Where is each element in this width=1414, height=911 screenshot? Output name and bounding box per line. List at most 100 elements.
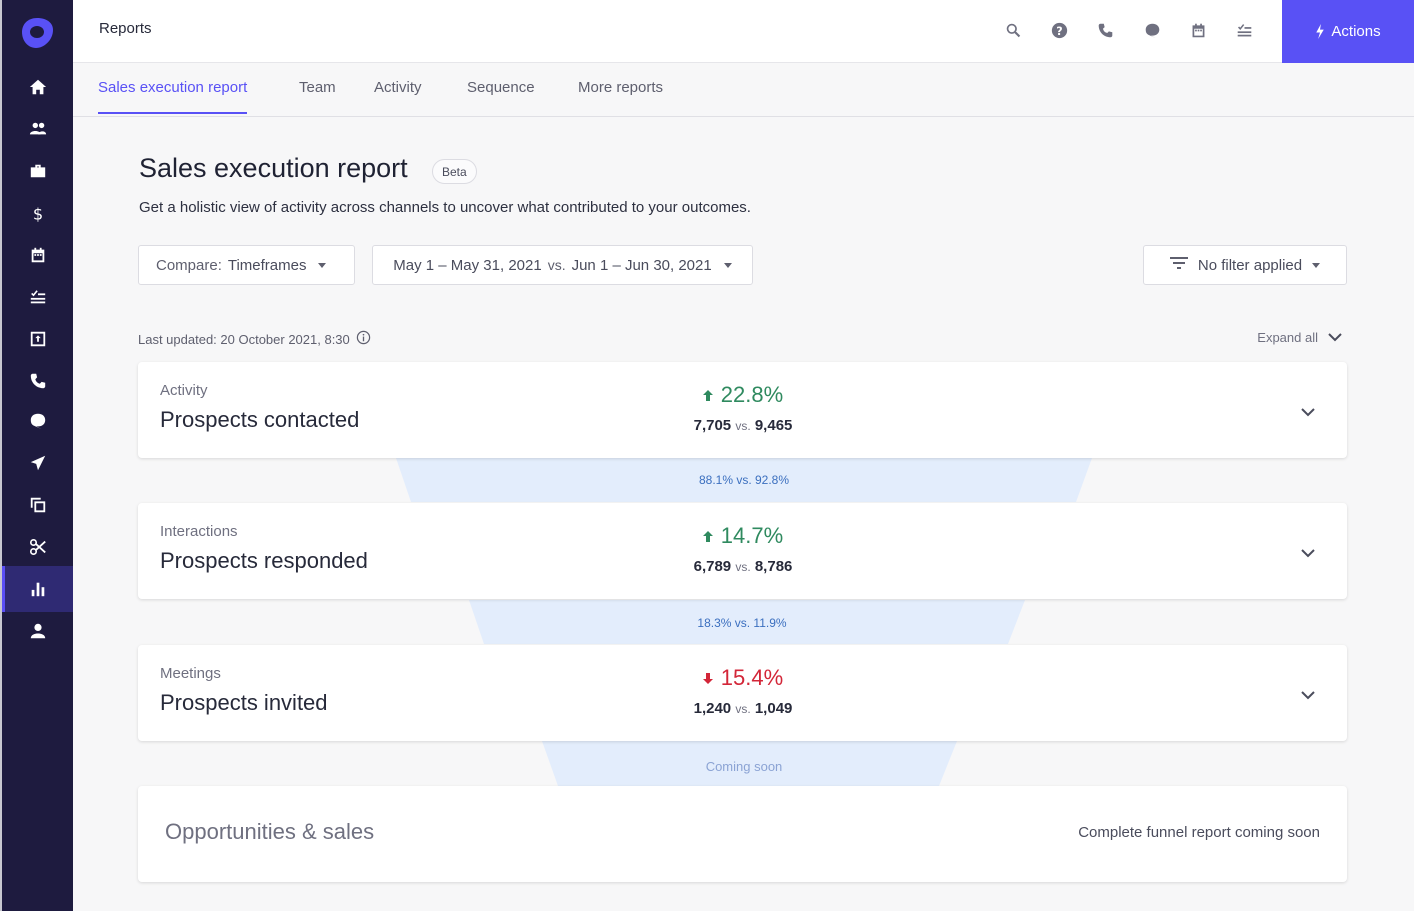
date-range-dropdown[interactable]: May 1 – May 31, 2021 vs. Jun 1 – Jun 30,…	[372, 245, 753, 285]
svg-text:?: ?	[1056, 24, 1062, 37]
stage-name: Prospects responded	[160, 548, 368, 573]
last-updated-text: Last updated: 20 October 2021, 8:30	[138, 331, 350, 347]
expand-stage-button[interactable]	[1301, 687, 1315, 705]
compare-value: Timeframes	[227, 256, 307, 274]
vs-label: vs.	[735, 702, 751, 716]
tab-sales-execution-report[interactable]: Sales execution report	[98, 79, 248, 114]
vs-label: vs.	[735, 419, 751, 433]
funnel-stage-card[interactable]: Activity Prospects contacted 22.8% 7,705…	[138, 362, 1347, 458]
lightning-icon	[1316, 24, 1325, 39]
expand-all-label: Expand all	[1257, 330, 1318, 345]
actions-button[interactable]: Actions	[1282, 0, 1414, 63]
phone-button[interactable]	[1095, 20, 1115, 40]
value-a: 6,789	[693, 558, 732, 575]
chat-icon	[30, 413, 45, 430]
stage-compare: 1,240 vs. 1,049	[638, 700, 848, 717]
sidebar-item-accounts[interactable]	[2, 150, 73, 192]
stage-name: Prospects contacted	[160, 407, 360, 432]
briefcase-icon	[30, 164, 45, 178]
stage-change: 15.4%	[638, 665, 848, 691]
sidebar-item-messages[interactable]	[2, 400, 73, 442]
opportunities-card: Opportunities & sales Complete funnel re…	[138, 786, 1347, 882]
sidebar-item-tasks[interactable]	[2, 276, 73, 318]
value-a: 1,240	[693, 700, 732, 717]
chat-button[interactable]	[1142, 20, 1162, 40]
help-button[interactable]: ?	[1049, 20, 1069, 40]
filter-dropdown[interactable]: No filter applied	[1143, 245, 1347, 285]
expand-all-button[interactable]: Expand all	[1257, 330, 1342, 345]
compare-dropdown[interactable]: Compare: Timeframes	[138, 245, 355, 285]
compare-prefix: Compare:	[156, 256, 222, 274]
app-section-title: Reports	[99, 20, 152, 37]
beta-badge: Beta	[432, 159, 477, 184]
actions-label: Actions	[1331, 23, 1381, 40]
expand-stage-button[interactable]	[1301, 404, 1315, 422]
change-value: 14.7%	[720, 523, 784, 548]
filter-label: No filter applied	[1197, 256, 1303, 274]
stage-category: Meetings	[160, 665, 221, 682]
tab-activity[interactable]: Activity	[374, 79, 422, 112]
sidebar-item-inbox[interactable]	[2, 318, 73, 360]
chevron-down-icon	[1301, 408, 1315, 417]
stage-name: Prospects invited	[160, 690, 328, 715]
report-tabs: Sales execution report Team Activity Seq…	[73, 63, 1414, 117]
sidebar-item-prospects[interactable]	[2, 108, 73, 150]
stage-category: Interactions	[160, 523, 238, 540]
funnel-stage-card[interactable]: Meetings Prospects invited 15.4% 1,240 v…	[138, 645, 1347, 741]
tasks-button[interactable]	[1234, 20, 1254, 40]
value-b: 8,786	[754, 558, 793, 575]
value-b: 1,049	[754, 700, 793, 717]
change-value: 22.8%	[720, 382, 784, 407]
tab-sequence[interactable]: Sequence	[467, 79, 535, 112]
arrow-up-icon	[702, 530, 713, 542]
opportunities-title: Opportunities & sales	[165, 819, 375, 844]
search-button[interactable]	[1003, 20, 1023, 40]
sidebar: $	[0, 0, 73, 911]
last-updated: Last updated: 20 October 2021, 8:30	[138, 330, 371, 348]
value-b: 9,465	[754, 417, 793, 434]
outreach-logo-icon[interactable]	[20, 16, 54, 50]
sidebar-item-reports[interactable]	[2, 566, 73, 612]
filter-icon	[1169, 256, 1188, 274]
sidebar-item-templates[interactable]	[2, 484, 73, 526]
info-icon[interactable]	[356, 330, 371, 348]
sidebar-item-calls[interactable]	[2, 360, 73, 402]
sidebar-item-home[interactable]	[2, 66, 73, 108]
caret-down-icon	[318, 262, 327, 268]
top-bar: Reports ? Actions	[73, 0, 1414, 63]
sidebar-item-profile[interactable]	[2, 610, 73, 652]
tab-more-reports[interactable]: More reports	[578, 79, 663, 112]
people-icon	[29, 122, 46, 135]
page-title: Sales execution report	[139, 153, 408, 183]
help-icon: ?	[1051, 22, 1067, 38]
funnel-stage-card[interactable]: Interactions Prospects responded 14.7% 6…	[138, 503, 1347, 599]
sidebar-item-snippets[interactable]	[2, 526, 73, 568]
stage-change: 22.8%	[638, 382, 848, 408]
tasks-icon	[30, 290, 45, 304]
stage-category: Activity	[160, 382, 208, 399]
inbox-icon	[30, 331, 45, 347]
coming-soon-note: Complete funnel report coming soon	[1078, 824, 1320, 841]
sidebar-item-opportunities[interactable]: $	[2, 192, 73, 234]
date-range-vs: vs.	[547, 257, 566, 273]
date-range-b: Jun 1 – Jun 30, 2021	[571, 256, 712, 274]
phone-icon	[1098, 23, 1112, 37]
sidebar-item-sequences[interactable]	[2, 442, 73, 484]
conversion-rate: 18.3% vs. 11.9%	[697, 616, 787, 630]
tab-team[interactable]: Team	[299, 79, 336, 112]
arrow-down-icon	[702, 672, 713, 684]
change-value: 15.4%	[720, 665, 784, 690]
expand-stage-button[interactable]	[1301, 545, 1315, 563]
calendar-button[interactable]	[1188, 20, 1208, 40]
arrow-up-icon	[702, 389, 713, 401]
phone-icon	[30, 373, 45, 389]
chevron-down-icon	[1301, 691, 1315, 700]
vs-label: vs.	[735, 560, 751, 574]
tasks-icon	[1237, 23, 1251, 36]
stage-compare: 7,705 vs. 9,465	[638, 417, 848, 434]
chevron-down-icon	[1328, 333, 1342, 342]
scissors-icon	[29, 538, 46, 556]
chevron-down-icon	[1301, 549, 1315, 558]
calendar-icon	[31, 247, 44, 263]
sidebar-item-meetings[interactable]	[2, 234, 73, 276]
